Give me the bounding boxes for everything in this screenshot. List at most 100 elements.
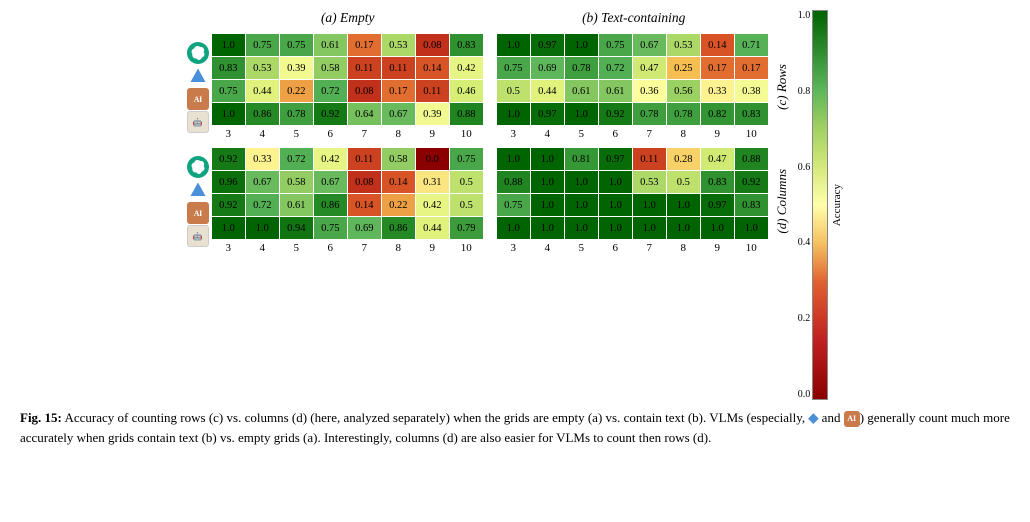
cb-label-1: 1.0 bbox=[798, 10, 811, 21]
main-container: (a) Empty (b) Text-containing AI 🤖 1.00.… bbox=[20, 10, 1010, 447]
cols-empty-grid: 0.920.330.720.420.110.580.00.750.960.670… bbox=[212, 148, 483, 254]
x-axis-label: 6 bbox=[314, 242, 347, 254]
heatmap-cell: 0.75 bbox=[599, 34, 632, 56]
cols-text-grid: 1.01.00.810.970.110.280.470.880.881.01.0… bbox=[497, 148, 768, 254]
heatmap-cell: 0.75 bbox=[450, 148, 483, 170]
title-a: (a) Empty bbox=[212, 10, 484, 26]
rows-panel: AI 🤖 1.00.750.750.610.170.530.080.830.83… bbox=[187, 34, 790, 140]
heatmap-cell: 0.11 bbox=[382, 57, 415, 79]
heatmap-cell: 0.72 bbox=[314, 80, 347, 102]
heatmap-cell: 0.67 bbox=[314, 171, 347, 193]
x-axis-label: 10 bbox=[735, 242, 768, 254]
heatmap-cell: 0.17 bbox=[348, 34, 381, 56]
x-axis-label: 3 bbox=[497, 242, 530, 254]
rows-icons: AI 🤖 bbox=[187, 42, 209, 133]
panels-container: (a) Empty (b) Text-containing AI 🤖 1.00.… bbox=[187, 10, 790, 400]
heatmap-cell: 0.44 bbox=[531, 80, 564, 102]
x-axis-label: 5 bbox=[280, 128, 313, 140]
heatmap-cell: 1.0 bbox=[531, 217, 564, 239]
rows-label: (c) Rows bbox=[774, 64, 790, 110]
heatmap-cell: 0.86 bbox=[246, 103, 279, 125]
heatmap-cell: 0.53 bbox=[633, 171, 666, 193]
heatmap-cell: 0.72 bbox=[246, 194, 279, 216]
heatmap-cell: 0.17 bbox=[382, 80, 415, 102]
heatmap-cell: 0.72 bbox=[599, 57, 632, 79]
x-axis-label: 7 bbox=[348, 242, 381, 254]
heatmap-cell: 1.0 bbox=[667, 194, 700, 216]
heatmap-cell: 0.56 bbox=[667, 80, 700, 102]
heatmap-cell: 0.92 bbox=[314, 103, 347, 125]
claude-inline-icon: AI bbox=[844, 411, 860, 427]
heatmap-cell: 0.97 bbox=[599, 148, 632, 170]
x-axis-label: 8 bbox=[667, 242, 700, 254]
other-icon-cols: 🤖 bbox=[187, 225, 209, 247]
heatmap-cell: 0.88 bbox=[735, 148, 768, 170]
heatmap-cell: 0.39 bbox=[280, 57, 313, 79]
heatmap-cell: 0.94 bbox=[280, 217, 313, 239]
x-axis-label: 10 bbox=[450, 242, 483, 254]
heatmap-cell: 0.67 bbox=[633, 34, 666, 56]
x-axis-label: 9 bbox=[701, 242, 734, 254]
cols-two-grids: 0.920.330.720.420.110.580.00.750.960.670… bbox=[212, 148, 768, 254]
x-axis-label: 8 bbox=[382, 242, 415, 254]
gemini-inline-icon: ◆ bbox=[808, 410, 818, 425]
heatmap-cell: 0.17 bbox=[701, 57, 734, 79]
heatmap-cell: 0.97 bbox=[701, 194, 734, 216]
heatmap-cell: 1.0 bbox=[497, 148, 530, 170]
heatmap-cell: 0.92 bbox=[599, 103, 632, 125]
x-axis-label: 6 bbox=[599, 242, 632, 254]
heatmap-cell: 0.14 bbox=[348, 194, 381, 216]
heatmap-cell: 0.61 bbox=[280, 194, 313, 216]
heatmap-cell: 0.28 bbox=[667, 148, 700, 170]
x-axis-label: 3 bbox=[212, 242, 245, 254]
heatmap-cell: 0.79 bbox=[450, 217, 483, 239]
heatmap-cell: 0.75 bbox=[246, 34, 279, 56]
heatmap-cell: 0.14 bbox=[701, 34, 734, 56]
heatmap-cell: 1.0 bbox=[565, 171, 598, 193]
heatmap-cell: 0.22 bbox=[382, 194, 415, 216]
heatmap-cell: 0.47 bbox=[633, 57, 666, 79]
x-axis-label: 9 bbox=[416, 242, 449, 254]
heatmap-cell: 0.08 bbox=[416, 34, 449, 56]
x-axis-label: 6 bbox=[599, 128, 632, 140]
heatmap-cell: 0.83 bbox=[701, 171, 734, 193]
heatmap-cell: 1.0 bbox=[497, 217, 530, 239]
x-axis-label: 5 bbox=[280, 242, 313, 254]
heatmap-cell: 0.75 bbox=[497, 57, 530, 79]
caption-bold: Fig. 15: bbox=[20, 410, 62, 425]
heatmap-cell: 0.58 bbox=[382, 148, 415, 170]
heatmap-cell: 0.17 bbox=[735, 57, 768, 79]
heatmap-cell: 0.71 bbox=[735, 34, 768, 56]
heatmap-cell: 0.5 bbox=[450, 171, 483, 193]
heatmap-cell: 1.0 bbox=[599, 217, 632, 239]
heatmap-cell: 0.11 bbox=[416, 80, 449, 102]
heatmap-cell: 0.58 bbox=[314, 57, 347, 79]
heatmap-cell: 0.08 bbox=[348, 171, 381, 193]
heatmap-cell: 1.0 bbox=[212, 103, 245, 125]
accuracy-label: Accuracy bbox=[831, 184, 843, 226]
cb-label-3: 0.6 bbox=[798, 162, 811, 173]
heatmap-cell: 0.42 bbox=[314, 148, 347, 170]
title-b: (b) Text-containing bbox=[498, 10, 770, 26]
heatmap-cell: 1.0 bbox=[565, 217, 598, 239]
heatmap-cell: 0.5 bbox=[667, 171, 700, 193]
x-axis-label: 7 bbox=[348, 128, 381, 140]
gemini-icon-rows bbox=[187, 65, 209, 87]
heatmap-cell: 0.81 bbox=[565, 148, 598, 170]
rows-empty-grid: 1.00.750.750.610.170.530.080.830.830.530… bbox=[212, 34, 483, 140]
heatmap-cell: 0.33 bbox=[246, 148, 279, 170]
heatmap-cell: 0.69 bbox=[531, 57, 564, 79]
heatmap-cell: 0.14 bbox=[416, 57, 449, 79]
heatmap-cell: 0.86 bbox=[314, 194, 347, 216]
heatmap-cell: 1.0 bbox=[599, 171, 632, 193]
heatmap-cell: 1.0 bbox=[565, 103, 598, 125]
heatmap-cell: 0.42 bbox=[416, 194, 449, 216]
x-axis-label: 4 bbox=[531, 242, 564, 254]
x-axis-label: 7 bbox=[633, 242, 666, 254]
caption-text-1: Accuracy of counting rows (c) vs. column… bbox=[64, 410, 808, 425]
heatmap-cell: 0.75 bbox=[314, 217, 347, 239]
heatmap-cell: 0.75 bbox=[212, 80, 245, 102]
heatmap-cell: 1.0 bbox=[735, 217, 768, 239]
heatmap-cell: 0.58 bbox=[280, 171, 313, 193]
heatmap-cell: 1.0 bbox=[667, 217, 700, 239]
